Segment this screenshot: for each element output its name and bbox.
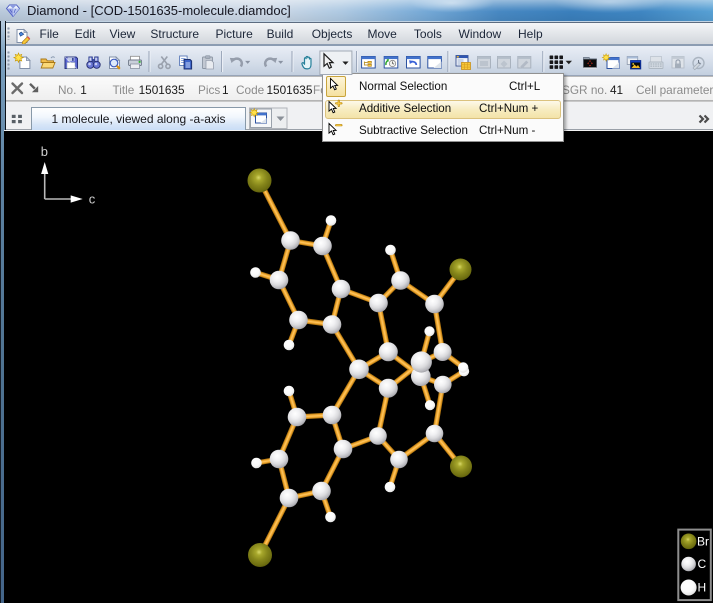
svg-text:H: H bbox=[698, 581, 707, 595]
svg-text:C: C bbox=[698, 557, 707, 571]
svg-text:Br: Br bbox=[697, 535, 709, 549]
svg-text:c: c bbox=[89, 192, 96, 207]
svg-text:b: b bbox=[41, 144, 48, 159]
